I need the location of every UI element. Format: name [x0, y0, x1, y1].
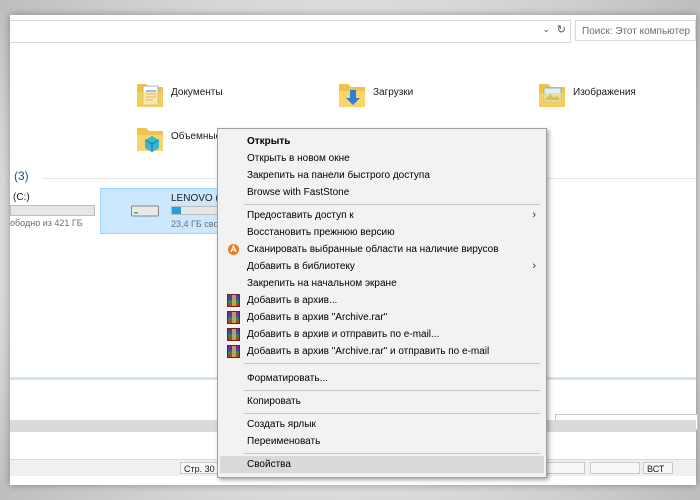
- status-cell-empty: [590, 462, 640, 474]
- drive-c-free-space: ободно из 421 ГБ: [10, 218, 83, 228]
- folder-3d-objects[interactable]: Объемные: [135, 122, 221, 159]
- drive-lenovo-usage-bar: [171, 206, 219, 215]
- hard-drive-icon: [131, 205, 159, 217]
- winrar-icon: [227, 345, 240, 358]
- folder-label: Загрузки: [373, 87, 414, 98]
- folder-documents[interactable]: Документы: [135, 78, 223, 113]
- folder-label: Изображения: [573, 87, 636, 98]
- drive-c-label[interactable]: (C:): [13, 192, 30, 203]
- menu-separator: [244, 390, 540, 391]
- folder-pictures[interactable]: Изображения: [537, 78, 636, 113]
- menu-item-create-shortcut[interactable]: Создать ярлык: [220, 416, 544, 433]
- menu-item-label: Свойства: [247, 459, 291, 470]
- menu-separator: [244, 453, 540, 454]
- menu-item-label: Сканировать выбранные области на наличие…: [247, 244, 499, 255]
- menu-item-archive-email[interactable]: Добавить в архив и отправить по e-mail..…: [220, 326, 544, 343]
- menu-item-label: Переименовать: [247, 436, 321, 447]
- devices-section-count[interactable]: (3): [14, 169, 29, 183]
- context-menu: Открыть Открыть в новом окне Закрепить н…: [217, 128, 547, 478]
- downloads-folder-icon: [339, 84, 365, 107]
- menu-item-copy[interactable]: Копировать: [220, 393, 544, 410]
- menu-item-label: Browse with FastStone: [247, 187, 350, 198]
- menu-item-pin-start[interactable]: Закрепить на начальном экране: [220, 275, 544, 292]
- drive-lenovo-usage-fill: [172, 207, 182, 214]
- winrar-icon: [227, 294, 240, 307]
- menu-item-label: Добавить в архив "Archive.rar": [247, 312, 388, 323]
- drive-lenovo-free-space: 23,4 ГБ сво: [171, 219, 219, 229]
- menu-item-rename[interactable]: Переименовать: [220, 433, 544, 450]
- chevron-down-icon[interactable]: ⌄: [542, 24, 550, 35]
- menu-item-add-archive-rar[interactable]: Добавить в архив "Archive.rar": [220, 309, 544, 326]
- menu-item-label: Закрепить на панели быстрого доступа: [247, 170, 430, 181]
- menu-item-label: Добавить в архив и отправить по e-mail..…: [247, 329, 440, 340]
- drive-lenovo-selected[interactable]: LENOVO (D 23,4 ГБ сво: [100, 188, 222, 234]
- status-cell-empty: [545, 462, 585, 474]
- 3d-objects-folder-icon: [137, 128, 163, 152]
- status-bct-cell: ВСТ: [643, 462, 673, 474]
- menu-item-format[interactable]: Форматировать...: [220, 370, 544, 387]
- menu-separator: [244, 413, 540, 414]
- menu-item-add-archive[interactable]: Добавить в архив...: [220, 292, 544, 309]
- menu-item-open-new-window[interactable]: Открыть в новом окне: [220, 150, 544, 167]
- menu-item-pin-quick-access[interactable]: Закрепить на панели быстрого доступа: [220, 167, 544, 184]
- menu-item-browse-faststone[interactable]: Browse with FastStone: [220, 184, 544, 201]
- menu-item-label: Добавить в архив...: [247, 295, 338, 306]
- documents-folder-icon: [137, 84, 163, 107]
- menu-item-label: Закрепить на начальном экране: [247, 278, 397, 289]
- menu-item-label: Добавить в библиотеку: [247, 261, 355, 272]
- address-bar[interactable]: ⌄ ↻: [10, 20, 571, 43]
- folder-label: Объемные: [171, 131, 222, 142]
- folder-downloads[interactable]: Загрузки: [337, 78, 413, 113]
- menu-item-archive-rar-email[interactable]: Добавить в архив "Archive.rar" и отправи…: [220, 343, 544, 360]
- menu-separator: [244, 363, 540, 364]
- menu-item-open[interactable]: Открыть: [220, 133, 544, 150]
- avast-icon: [228, 244, 239, 255]
- folder-label: Документы: [171, 87, 223, 98]
- menu-item-give-access[interactable]: Предоставить доступ к ›: [220, 207, 544, 224]
- chevron-right-icon: ›: [532, 209, 536, 221]
- menu-separator: [244, 204, 540, 205]
- menu-item-add-to-library[interactable]: Добавить в библиотеку ›: [220, 258, 544, 275]
- refresh-icon[interactable]: ↻: [557, 23, 566, 36]
- search-input[interactable]: Поиск: Этот компьютер: [575, 20, 696, 41]
- menu-item-label: Восстановить прежнюю версию: [247, 227, 395, 238]
- winrar-icon: [227, 311, 240, 324]
- menu-item-properties[interactable]: Свойства: [220, 456, 544, 473]
- menu-item-label: Открыть: [247, 136, 291, 147]
- winrar-icon: [227, 328, 240, 341]
- menu-item-label: Добавить в архив "Archive.rar" и отправи…: [247, 346, 490, 357]
- menu-item-label: Копировать: [247, 396, 301, 407]
- pictures-folder-icon: [539, 84, 565, 107]
- drive-lenovo-label: LENOVO (D: [171, 193, 219, 204]
- menu-item-label: Создать ярлык: [247, 419, 316, 430]
- chevron-right-icon: ›: [532, 260, 536, 272]
- drive-c-usage-bar: [10, 205, 95, 216]
- menu-item-restore-version[interactable]: Восстановить прежнюю версию: [220, 224, 544, 241]
- menu-item-label: Предоставить доступ к: [247, 210, 354, 221]
- menu-item-avast-scan[interactable]: Сканировать выбранные области на наличие…: [220, 241, 544, 258]
- menu-item-label: Форматировать...: [247, 373, 328, 384]
- menu-item-label: Открыть в новом окне: [247, 153, 350, 164]
